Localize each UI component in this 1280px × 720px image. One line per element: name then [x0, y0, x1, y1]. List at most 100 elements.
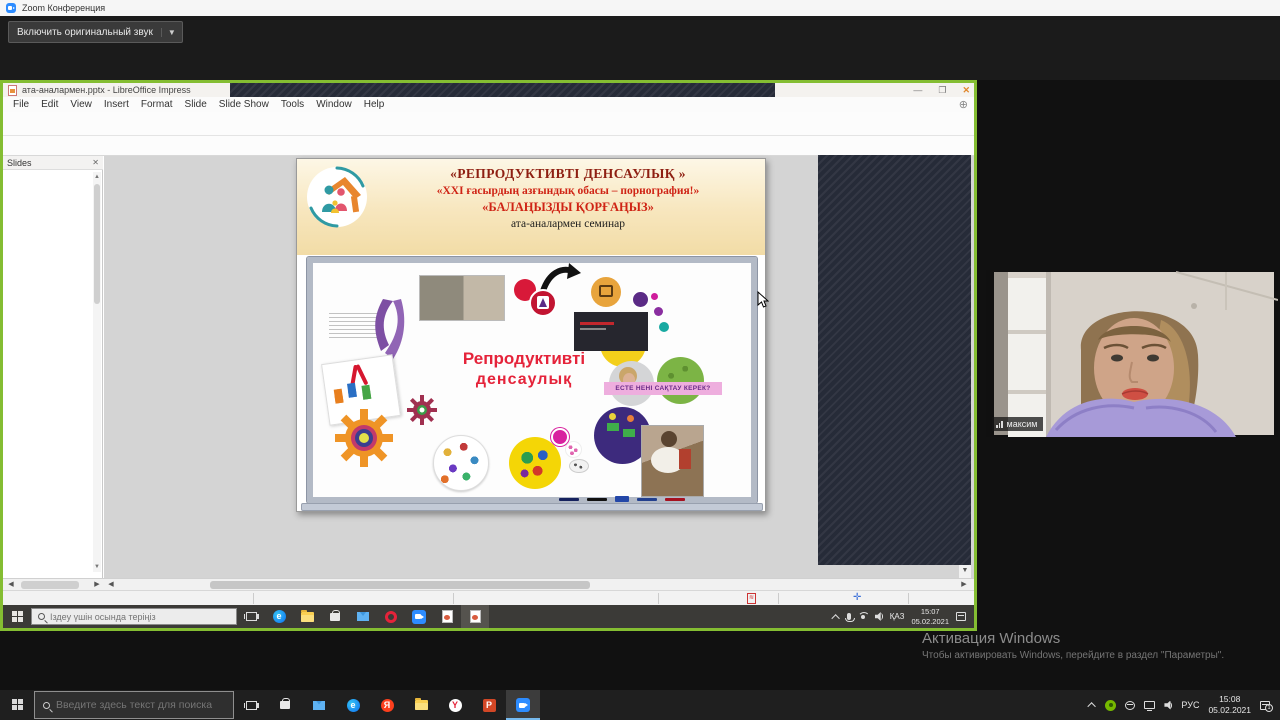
opera-icon	[385, 611, 397, 623]
zoom-button[interactable]	[405, 605, 433, 628]
close-icon[interactable]: ✕	[962, 85, 970, 96]
marker-row	[559, 496, 685, 502]
pink-dots-circle	[565, 441, 582, 458]
impress-doc-button[interactable]	[433, 605, 461, 628]
network-icon[interactable]	[1144, 701, 1155, 709]
small-gear-icon	[407, 395, 437, 425]
dark-purple-circle-icon	[631, 290, 650, 309]
unshared-overlay-strip	[230, 83, 775, 97]
big-gear-icon	[335, 409, 393, 467]
menu-slide-show[interactable]: Slide Show	[213, 99, 275, 110]
menu-file[interactable]: File	[7, 99, 35, 110]
standard-toolbar	[3, 112, 974, 136]
scroll-down-icon[interactable]: ▼	[93, 562, 101, 572]
task-view-icon	[246, 701, 257, 710]
zoom-window-titlebar: Zoom Конференция	[0, 0, 1280, 16]
alarms-icon[interactable]	[1125, 701, 1135, 710]
edge-icon: e	[273, 610, 286, 623]
board-banner: ЕСТЕ НЕНІ САҚТАУ КЕРЕК?	[604, 382, 722, 395]
scroll-thumb[interactable]	[94, 184, 100, 304]
speaker-icon[interactable]	[1164, 701, 1174, 710]
taskbar-search[interactable]	[31, 608, 237, 625]
slide-subtitle: ата-аналармен семинар	[375, 218, 761, 230]
clock[interactable]: 15:07 05.02.2021	[911, 607, 949, 626]
fit-slide-icon[interactable]: ✛	[853, 592, 861, 603]
tray-expand-icon[interactable]	[831, 614, 839, 622]
search-input[interactable]	[56, 699, 225, 711]
menu-edit[interactable]: Edit	[35, 99, 64, 110]
mail-button[interactable]	[302, 690, 336, 720]
file-explorer-button[interactable]	[404, 690, 438, 720]
search-icon	[43, 702, 50, 709]
family-house-logo-icon	[305, 165, 369, 229]
audio-signal-icon	[996, 421, 1003, 428]
participant-video[interactable]: максим	[986, 270, 1278, 437]
mail-button[interactable]	[349, 605, 377, 628]
start-button[interactable]	[0, 690, 34, 720]
scroll-up-icon[interactable]: ▲	[93, 172, 101, 182]
wifi-icon[interactable]	[858, 612, 868, 621]
store-button[interactable]	[268, 690, 302, 720]
menu-format[interactable]: Format	[135, 99, 179, 110]
language-indicator[interactable]: РУС	[1181, 700, 1199, 710]
speaker-icon[interactable]	[875, 612, 885, 621]
menu-tools[interactable]: Tools	[275, 99, 310, 110]
vertical-scroll-down-icon[interactable]: ▼	[959, 565, 971, 578]
impress-menubar: FileEditViewInsertFormatSlideSlide ShowT…	[3, 97, 974, 112]
original-sound-button[interactable]: Включить оригинальный звук ▼	[8, 21, 183, 43]
windows-taskbar: e Я Y P РУС 15:08 05.02.2021 1	[0, 690, 1280, 720]
slide-title-line2: «XXI ғасырдың азғындық обасы – порнограф…	[375, 185, 761, 197]
yandex-browser-button[interactable]: Я	[370, 690, 404, 720]
store-button[interactable]	[321, 605, 349, 628]
status-alert-icon[interactable]: ≋	[747, 593, 756, 604]
microphone-icon[interactable]	[847, 613, 851, 620]
clock[interactable]: 15:08 05.02.2021	[1208, 694, 1251, 715]
language-indicator[interactable]: ҚАЗ	[890, 612, 905, 621]
impress-active-button[interactable]	[461, 605, 489, 628]
menu-view[interactable]: View	[64, 99, 98, 110]
panel-scroll-thumb[interactable]	[21, 581, 79, 589]
edge-button[interactable]: e	[265, 605, 293, 628]
slide-canvas[interactable]: «РЕПРОДУКТИВТІ ДЕНСАУЛЫҚ » «XXI ғасырдың…	[296, 158, 766, 512]
screen: Zoom Конференция Включить оригинальный з…	[0, 0, 1280, 720]
folder-icon	[301, 612, 314, 622]
magenta-dot	[651, 293, 658, 300]
menu-slide[interactable]: Slide	[179, 99, 213, 110]
slides-panel-close-icon[interactable]: ✕	[92, 158, 99, 167]
opera-button[interactable]	[377, 605, 405, 628]
impress-icon	[470, 610, 481, 623]
horizontal-scrollbar[interactable]: ◀ ▶ ◀ ▶	[3, 578, 974, 590]
file-explorer-button[interactable]	[293, 605, 321, 628]
action-center-icon[interactable]: 1	[1260, 701, 1270, 710]
minimize-icon[interactable]: —	[913, 85, 922, 95]
tray-expand-icon[interactable]	[1088, 702, 1096, 710]
zoom-active-button[interactable]	[506, 690, 540, 720]
menu-help[interactable]: Help	[358, 99, 391, 110]
windows-logo-icon	[12, 699, 23, 711]
maximize-icon[interactable]: ❐	[938, 85, 946, 96]
scroll-thumb[interactable]	[210, 581, 590, 589]
edge-button[interactable]: e	[336, 690, 370, 720]
photo-book	[679, 449, 691, 469]
contraception-collage-circle	[433, 435, 489, 491]
notification-badge: 1	[1265, 704, 1273, 712]
menu-items: FileEditViewInsertFormatSlideSlide ShowT…	[7, 99, 390, 110]
slides-panel: Slides ✕ ▲ ▼	[3, 156, 103, 578]
action-center-icon[interactable]	[956, 612, 966, 621]
board-title: Репродуктивті денсаулық	[431, 349, 617, 389]
task-view-button[interactable]	[237, 605, 265, 628]
taskbar-search[interactable]	[34, 691, 234, 719]
search-input[interactable]	[50, 612, 230, 622]
menu-window[interactable]: Window	[310, 99, 358, 110]
original-sound-dropdown-icon[interactable]: ▼	[161, 28, 182, 37]
y-app-button[interactable]: Y	[438, 690, 472, 720]
powerpoint-button[interactable]: P	[472, 690, 506, 720]
task-view-button[interactable]	[234, 690, 268, 720]
menu-insert[interactable]: Insert	[98, 99, 135, 110]
start-button[interactable]	[3, 605, 31, 628]
antivirus-icon[interactable]	[1105, 700, 1116, 711]
drawing-toolbar	[3, 136, 974, 156]
original-sound-label: Включить оригинальный звук	[9, 27, 161, 38]
whiteboard-image: Репродуктивті денсаулық ЕСТЕ НЕНІ САҚТАУ…	[307, 257, 757, 503]
slides-panel-scrollbar[interactable]: ▲ ▼	[93, 172, 101, 572]
